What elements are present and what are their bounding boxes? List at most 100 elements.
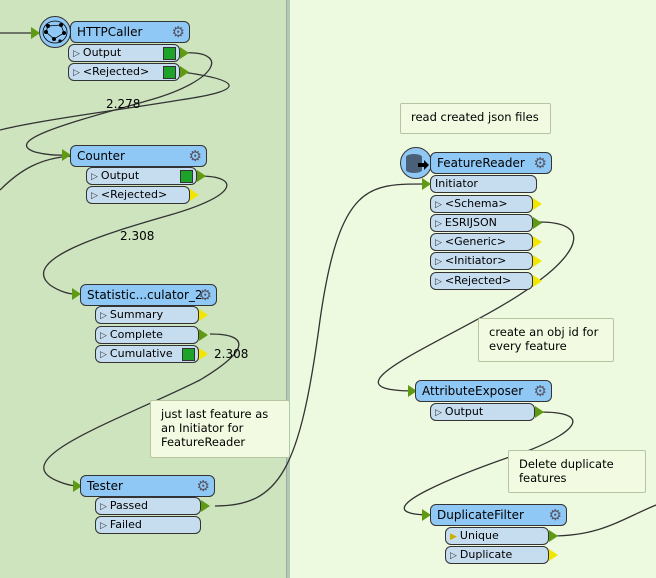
globe-network-icon: [39, 16, 71, 48]
port-label: Duplicate: [459, 548, 513, 561]
input-port[interactable]: [422, 178, 431, 190]
port-label: Failed: [109, 518, 142, 531]
transformer-name: DuplicateFilter: [437, 508, 524, 522]
output-port[interactable]: ▷ <Rejected>: [430, 272, 533, 290]
transformer-httpcaller[interactable]: HTTPCaller ⚙: [70, 21, 190, 43]
feature-count-label: 2.308: [214, 347, 249, 361]
expand-icon[interactable]: ▷: [91, 191, 98, 201]
connection: [0, 155, 73, 191]
transformer-counter[interactable]: Counter ⚙: [70, 145, 207, 167]
expand-icon[interactable]: ▷: [91, 172, 98, 182]
output-connector[interactable]: [533, 236, 542, 248]
expand-icon[interactable]: ▷: [450, 551, 457, 561]
output-port[interactable]: ▷ <Rejected>: [68, 63, 180, 81]
expand-icon[interactable]: ▷: [100, 350, 107, 360]
output-connector[interactable]: [180, 47, 189, 59]
transformer-name: Tester: [87, 479, 123, 493]
expand-icon[interactable]: ▷: [100, 311, 107, 321]
feature-count-label: 2.308: [120, 229, 155, 243]
port-label: Cumulative: [109, 347, 173, 360]
port-label: Initiator: [435, 177, 478, 190]
output-connector[interactable]: [535, 406, 544, 418]
output-port[interactable]: ▷ <Rejected>: [86, 186, 190, 204]
output-port[interactable]: ▷ <Generic>: [430, 233, 533, 251]
expand-icon[interactable]: ▷: [435, 200, 442, 210]
output-port[interactable]: ▷ Failed: [95, 516, 201, 534]
output-connector[interactable]: [533, 255, 542, 267]
feature-cache-icon[interactable]: [163, 66, 176, 79]
expand-icon[interactable]: ▷: [73, 49, 80, 59]
output-port[interactable]: ▷ Output: [430, 403, 535, 421]
expand-icon[interactable]: ▷: [435, 408, 442, 418]
gear-icon[interactable]: ⚙: [534, 154, 547, 172]
port-label: ESRIJSON: [444, 216, 497, 229]
annotation[interactable]: create an obj id for every feature: [478, 318, 614, 362]
gear-icon[interactable]: ⚙: [199, 286, 212, 304]
output-port[interactable]: ▷ Passed: [95, 497, 201, 515]
output-connector[interactable]: [199, 329, 208, 341]
output-port[interactable]: ▷ Duplicate: [445, 546, 549, 564]
transformer-statisticscalculator[interactable]: Statistic...culator_2 ⚙: [80, 284, 217, 306]
annotation[interactable]: just last feature as an Initiator for Fe…: [150, 400, 290, 458]
port-label: Output: [100, 169, 140, 182]
database-reader-icon: [400, 147, 432, 179]
expand-icon[interactable]: ▷: [100, 502, 107, 512]
gear-icon[interactable]: ⚙: [197, 477, 210, 495]
port-label: <Rejected>: [444, 274, 512, 287]
transformer-name: Statistic...culator_2: [87, 288, 203, 302]
output-port[interactable]: ▷ ESRIJSON: [430, 214, 533, 232]
input-port-initiator[interactable]: Initiator: [430, 175, 537, 193]
expand-icon[interactable]: ▷: [100, 521, 107, 531]
port-label: <Schema>: [444, 197, 508, 210]
output-port[interactable]: ▷ <Schema>: [430, 195, 533, 213]
feature-cache-icon[interactable]: [182, 348, 195, 361]
output-connector[interactable]: [533, 217, 542, 229]
output-port[interactable]: ▷ Output: [86, 167, 197, 185]
feature-cache-icon[interactable]: [180, 170, 193, 183]
expand-icon[interactable]: ▶: [450, 532, 457, 542]
output-connector[interactable]: [201, 500, 210, 512]
input-port[interactable]: [31, 27, 40, 39]
expand-icon[interactable]: ▷: [435, 257, 442, 267]
output-connector[interactable]: [199, 348, 208, 360]
port-label: <Generic>: [444, 235, 507, 248]
transformer-featurereader[interactable]: FeatureReader ⚙: [430, 152, 552, 174]
port-label: <Initiator>: [444, 254, 507, 267]
port-label: Passed: [109, 499, 149, 512]
output-port[interactable]: ▷ Summary: [95, 306, 199, 324]
output-connector[interactable]: [197, 170, 206, 182]
transformer-tester[interactable]: Tester ⚙: [80, 475, 215, 497]
expand-icon[interactable]: ▷: [435, 277, 442, 287]
transformer-name: FeatureReader: [437, 156, 525, 170]
output-port[interactable]: ▷ <Initiator>: [430, 252, 533, 270]
expand-icon[interactable]: ▷: [435, 238, 442, 248]
output-connector[interactable]: [199, 309, 208, 321]
transformer-name: Counter: [77, 149, 125, 163]
expand-icon[interactable]: ▷: [73, 68, 80, 78]
gear-icon[interactable]: ⚙: [189, 147, 202, 165]
transformer-attributeexposer[interactable]: AttributeExposer ⚙: [415, 380, 552, 402]
output-port[interactable]: ▷ Complete: [95, 326, 199, 344]
output-connector[interactable]: [533, 275, 542, 287]
output-connector[interactable]: [549, 549, 558, 561]
output-port[interactable]: ▶ Unique: [445, 527, 549, 545]
output-connector[interactable]: [190, 189, 199, 201]
port-label: Complete: [109, 328, 163, 341]
gear-icon[interactable]: ⚙: [549, 506, 562, 524]
gear-icon[interactable]: ⚙: [172, 23, 185, 41]
output-port[interactable]: ▷ Cumulative: [95, 345, 199, 363]
output-connector[interactable]: [533, 198, 542, 210]
output-connector[interactable]: [180, 66, 189, 78]
feature-count-label: 2.278: [106, 97, 141, 111]
expand-icon[interactable]: ▷: [435, 219, 442, 229]
annotation[interactable]: read created json files: [400, 103, 551, 134]
output-port[interactable]: ▷ Output: [68, 44, 180, 62]
transformer-duplicatefilter[interactable]: DuplicateFilter ⚙: [430, 504, 567, 526]
output-connector[interactable]: [549, 530, 558, 542]
port-label: Output: [444, 405, 484, 418]
connection: [551, 504, 656, 537]
annotation[interactable]: Delete duplicate features: [508, 450, 646, 493]
gear-icon[interactable]: ⚙: [534, 382, 547, 400]
feature-cache-icon[interactable]: [163, 47, 176, 60]
expand-icon[interactable]: ▷: [100, 331, 107, 341]
